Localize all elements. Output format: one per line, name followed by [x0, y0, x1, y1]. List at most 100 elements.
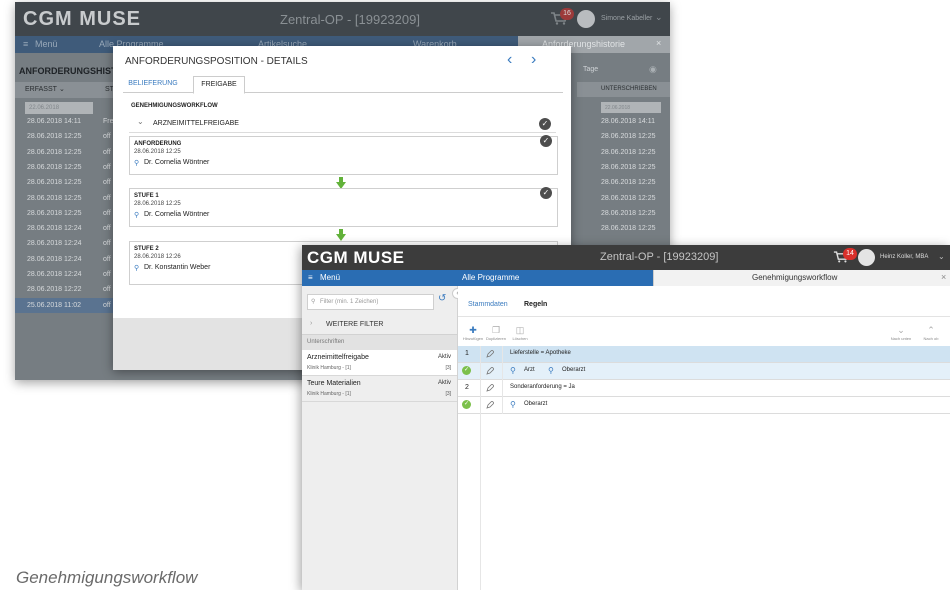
table-row[interactable]: 28.06.2018 12:24 off [15, 267, 115, 282]
check-icon: ✓ [540, 187, 552, 199]
col-signed[interactable]: UNTERSCHRIEBEN [601, 86, 657, 92]
detail-panel: Stammdaten Regeln ✚ Hinzufügen ❐ Duplizi… [458, 286, 950, 590]
eye-icon[interactable]: ◉ [649, 64, 657, 75]
row-status: off [103, 271, 111, 278]
chevron-down-icon[interactable]: ⌄ [655, 12, 663, 23]
table-row[interactable]: 28.06.2018 12:25 [577, 191, 670, 206]
move-down-button[interactable]: ⌄ Nach unten [888, 325, 914, 341]
date-filter[interactable]: 22.06.2018 [601, 102, 661, 113]
group-icon: ⚲ [510, 400, 516, 409]
tab-freigabe[interactable]: FREIGABE [193, 76, 245, 94]
reset-icon[interactable]: ↺ [438, 293, 446, 304]
menu-button[interactable]: Menü [35, 39, 58, 49]
row-date: 28.06.2018 12:25 [601, 209, 656, 217]
table-row[interactable]: 28.06.2018 12:24 off [15, 221, 115, 236]
table-row[interactable]: 28.06.2018 12:25 [577, 206, 670, 221]
step-date: 28.06.2018 12:25 [134, 201, 181, 207]
avatar[interactable] [858, 249, 875, 266]
section-label: Unterschriften [307, 339, 345, 345]
edit-icon[interactable] [486, 350, 494, 358]
row-date: 28.06.2018 12:25 [601, 148, 656, 156]
chevron-right-icon: › [310, 320, 313, 327]
workflow-name: Teure Materialien [307, 380, 361, 387]
table-row[interactable]: 28.06.2018 12:25 off [15, 206, 115, 221]
row-status: off [103, 194, 111, 202]
add-button[interactable]: ✚ Hinzufügen [462, 325, 484, 341]
move-up-button[interactable]: ⌃ Nach ob [918, 325, 944, 341]
row-status: off [103, 225, 111, 233]
duplicate-button[interactable]: ❐ Duplizieren [484, 325, 508, 341]
table-row[interactable]: 28.06.2018 14:11 Fre [15, 114, 115, 129]
table-row[interactable]: 28.06.2018 14:11 [577, 114, 670, 129]
edit-icon[interactable] [486, 367, 494, 375]
delete-button[interactable]: ◫ Löschen [510, 325, 530, 341]
table-row[interactable]: 28.06.2018 12:24 off [15, 236, 115, 251]
more-filters[interactable]: › WEITERE FILTER [302, 316, 457, 335]
previous-arrow-icon[interactable]: ‹ [507, 51, 512, 69]
table-row[interactable]: 28.06.2018 12:25 off [15, 160, 115, 175]
menu-icon[interactable]: ≡ [23, 39, 28, 49]
nav-all-programs[interactable]: Alle Programme [462, 273, 519, 282]
move-up-label: Nach ob [923, 336, 939, 341]
step-card: STUFE 1 28.06.2018 12:25 ⚲ Dr. Cornelia … [129, 187, 558, 227]
step-label: STUFE 2 [134, 246, 159, 252]
menu-button[interactable]: Menü [320, 273, 340, 282]
table-row[interactable]: 28.06.2018 12:25 [577, 221, 670, 236]
table-row[interactable]: 28.06.2018 12:25 off [15, 191, 115, 206]
edit-icon[interactable] [486, 401, 494, 409]
tab-regeln[interactable]: Regeln [524, 301, 547, 308]
cart-badge: 14 [843, 248, 857, 260]
section-title: GENEHMIGUNGSWORKFLOW [131, 103, 218, 109]
table-row[interactable]: 28.06.2018 12:25 off [15, 175, 115, 190]
row-status: off [103, 301, 111, 309]
table-row[interactable]: 28.06.2018 12:25 [577, 129, 670, 144]
table-row[interactable]: 28.06.2018 12:25 [577, 175, 670, 190]
table-row[interactable]: 28.06.2018 12:24 off [15, 252, 115, 267]
step-person: Dr. Konstantin Weber [144, 264, 211, 271]
person-icon: ⚲ [134, 212, 140, 219]
step-date: 28.06.2018 12:26 [134, 254, 181, 260]
table-row[interactable]: 28.06.2018 12:22 off [15, 282, 115, 297]
tab-genehmigungsworkflow[interactable]: Genehmigungsworkflow × [653, 270, 950, 286]
chevron-down-icon[interactable]: ⌄ [59, 85, 65, 93]
step-person: Dr. Cornelia Wöntner [144, 211, 210, 218]
rule-row[interactable]: 2 Sonderanforderung = Ja [458, 380, 950, 397]
row-date: 28.06.2018 12:24 [27, 255, 82, 263]
table-row[interactable]: 28.06.2018 12:25 off [15, 129, 115, 144]
column-divider [480, 346, 481, 590]
workflow-sidebar: ⚲ Filter (min. 1 Zeichen) ↺ › WEITERE FI… [302, 286, 458, 590]
check-icon: ✓ [462, 366, 471, 375]
table-row[interactable]: 28.06.2018 12:25 off [15, 145, 115, 160]
row-status: off [103, 240, 111, 248]
date-filter[interactable]: 22.06.2018 [25, 102, 93, 114]
chevron-down-icon[interactable]: ⌄ [137, 117, 144, 126]
table-row[interactable]: 28.06.2018 12:25 [577, 145, 670, 160]
row-date: 28.06.2018 12:22 [27, 286, 82, 294]
search-input[interactable]: ⚲ Filter (min. 1 Zeichen) [307, 294, 434, 310]
rule-row[interactable]: 1 Lieferstelle = Apotheke [458, 346, 950, 363]
check-icon: ✓ [462, 400, 471, 409]
table-row[interactable]: 25.06.2018 11:02 off [15, 297, 115, 313]
chevron-down-icon[interactable]: ⌄ [938, 252, 945, 261]
top-bar: CGM MUSE Zentral-OP - [19923209] 14 Hein… [302, 245, 950, 270]
person-icon: ⚲ [134, 265, 140, 272]
approver-row[interactable]: ✓ ⚲ Oberarzt [458, 397, 950, 414]
menu-icon[interactable]: ≡ [308, 273, 313, 282]
workflow-item[interactable]: Teure Materialien Klinik Hamburg - [1] A… [302, 376, 457, 402]
close-icon[interactable]: × [656, 38, 661, 48]
edit-icon[interactable] [486, 384, 494, 392]
tab-stammdaten[interactable]: Stammdaten [468, 301, 508, 308]
user-name[interactable]: Heinz Koller, MBA [880, 254, 928, 260]
add-icon: ✚ [469, 325, 477, 335]
duplicate-label: Duplizieren [485, 336, 506, 341]
workflow-group[interactable]: ⌄ ARZNEIMITTELFREIGABE ✓ [129, 114, 556, 133]
avatar[interactable] [577, 10, 595, 28]
close-icon[interactable]: × [941, 272, 946, 282]
approver-row[interactable]: ✓ ⚲ Arzt ⚲ Oberarzt [458, 363, 950, 380]
col-erfasst[interactable]: ERFASST [25, 86, 57, 93]
next-arrow-icon[interactable]: › [531, 51, 536, 69]
workflow-item[interactable]: Arzneimittelfreigabe Klinik Hamburg - [1… [302, 350, 457, 376]
tab-belieferung[interactable]: BELIEFERUNG [127, 76, 179, 92]
user-name[interactable]: Simone Kabeller [601, 15, 652, 22]
table-row[interactable]: 28.06.2018 12:25 [577, 160, 670, 175]
